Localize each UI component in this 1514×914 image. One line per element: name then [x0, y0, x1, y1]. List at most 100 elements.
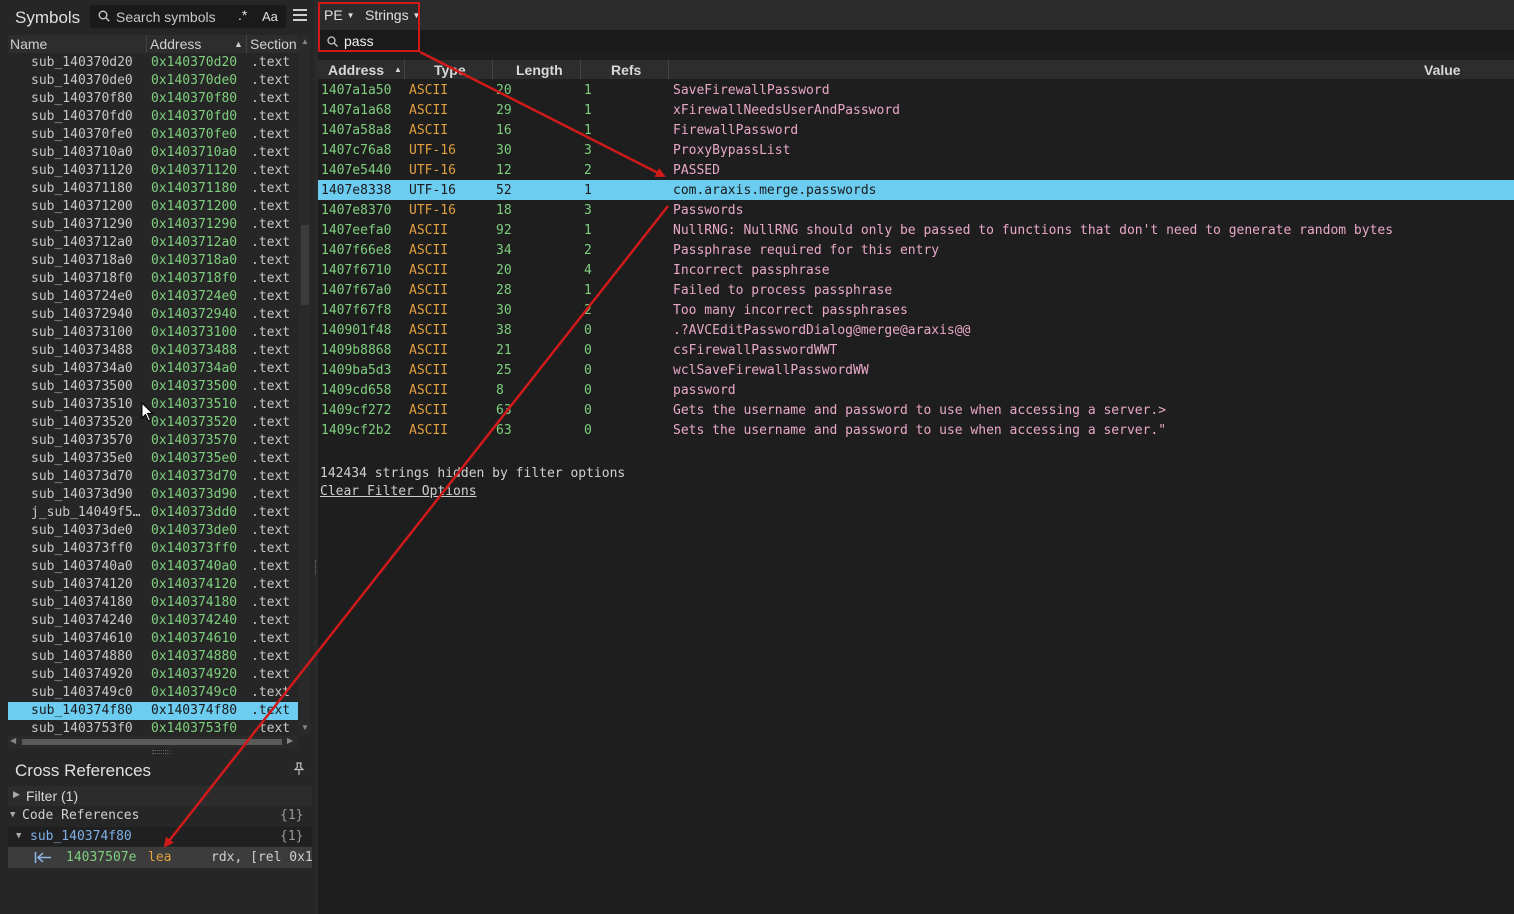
string-row[interactable]: 1407e8338 UTF-16 52 1 com.araxis.merge.passw… — [318, 180, 1514, 200]
scrollbar-thumb[interactable] — [301, 225, 309, 305]
column-address[interactable]: Address — [328, 62, 384, 78]
string-row[interactable]: 1407c76a8 UTF-16 30 3 ProxyBypassList — [318, 140, 1514, 160]
code-references-group[interactable]: ▼ Code References {1} — [8, 806, 312, 826]
symbol-row[interactable]: sub_140373ff0 0x140373ff0 .text — [8, 540, 298, 558]
pin-icon[interactable] — [292, 762, 306, 776]
string-row[interactable]: 1409ba5d3 ASCII 25 0 wclSaveFirewallPassword… — [318, 360, 1514, 380]
symbol-section: .text — [251, 649, 291, 664]
symbol-row[interactable]: sub_140370fd0 0x140370fd0 .text — [8, 108, 298, 126]
string-row[interactable]: 1407f66e8 ASCII 34 2 Passphrase required for… — [318, 240, 1514, 260]
symbol-row[interactable]: sub_140374f80 0x140374f80 .text — [8, 702, 298, 720]
string-row[interactable]: 140901f48 ASCII 38 0 .?AVCEditPasswordDialog… — [318, 320, 1514, 340]
symbol-row[interactable]: sub_1403718f0 0x1403718f0 .text — [8, 270, 298, 288]
scroll-left-icon[interactable]: ◀ — [10, 736, 16, 745]
symbol-row[interactable]: sub_1403753f0 0x1403753f0 .text — [8, 720, 298, 736]
xref-entry-row[interactable]: 14037507e lea rdx, [rel 0x1 — [8, 847, 312, 868]
xref-filter-row[interactable]: ▶ Filter (1) — [8, 786, 312, 806]
symbol-address: 0x1403724e0 — [151, 289, 238, 304]
case-sensitive-toggle-icon[interactable]: Aa — [262, 9, 278, 24]
symbol-address: 0x140374180 — [151, 595, 238, 610]
symbol-row[interactable]: sub_140371180 0x140371180 .text — [8, 180, 298, 198]
symbol-row[interactable]: sub_140373100 0x140373100 .text — [8, 324, 298, 342]
symbol-row[interactable]: sub_1403735e0 0x1403735e0 .text — [8, 450, 298, 468]
string-value: Too many incorrect passphrases — [673, 303, 908, 318]
symbol-row[interactable]: sub_1403740a0 0x1403740a0 .text — [8, 558, 298, 576]
symbol-row[interactable]: sub_140373488 0x140373488 .text — [8, 342, 298, 360]
symbol-section: .text — [251, 325, 291, 340]
symbol-row[interactable]: sub_140370f80 0x140370f80 .text — [8, 90, 298, 108]
code-references-label: Code References — [22, 808, 140, 823]
string-row[interactable]: 1409b8868 ASCII 21 0 csFirewallPasswordWWT — [318, 340, 1514, 360]
strings-table[interactable]: 1407a1a50 ASCII 20 1 SaveFirewallPassword 140… — [318, 80, 1514, 440]
string-row[interactable]: 1407a1a50 ASCII 20 1 SaveFirewallPassword — [318, 80, 1514, 100]
symbol-row[interactable]: sub_140371200 0x140371200 .text — [8, 198, 298, 216]
symbol-row[interactable]: sub_140371120 0x140371120 .text — [8, 162, 298, 180]
scrollbar-thumb[interactable] — [22, 739, 282, 745]
string-length: 12 — [496, 163, 512, 178]
symbol-row[interactable]: sub_140373d70 0x140373d70 .text — [8, 468, 298, 486]
symbol-row[interactable]: sub_1403712a0 0x1403712a0 .text — [8, 234, 298, 252]
column-section[interactable]: Section — [250, 36, 297, 52]
symbol-row[interactable]: sub_140373500 0x140373500 .text — [8, 378, 298, 396]
string-row[interactable]: 1407a1a68 ASCII 29 1 xFirewallNeedsUserAndPa… — [318, 100, 1514, 120]
string-row[interactable]: 1407a58a8 ASCII 16 1 FirewallPassword — [318, 120, 1514, 140]
symbol-row[interactable]: sub_140373d90 0x140373d90 .text — [8, 486, 298, 504]
symbol-row[interactable]: sub_140374880 0x140374880 .text — [8, 648, 298, 666]
symbol-row[interactable]: j_sub_14049f5… 0x140373dd0 .text — [8, 504, 298, 522]
column-refs[interactable]: Refs — [611, 62, 641, 78]
symbol-name: sub_140370d20 — [31, 55, 133, 70]
symbol-row[interactable]: sub_1403749c0 0x1403749c0 .text — [8, 684, 298, 702]
annotation-highlight-box — [318, 2, 420, 52]
symbol-row[interactable]: sub_140373570 0x140373570 .text — [8, 432, 298, 450]
scroll-right-icon[interactable]: ▶ — [287, 736, 293, 745]
symbol-address: 0x1403712a0 — [151, 235, 238, 250]
scroll-up-icon[interactable]: ▲ — [301, 37, 309, 46]
symbol-row[interactable]: sub_1403734a0 0x1403734a0 .text — [8, 360, 298, 378]
string-row[interactable]: 1407f67a0 ASCII 28 1 Failed to process passp… — [318, 280, 1514, 300]
symbols-list[interactable]: sub_140370d20 0x140370d20 .text sub_140370d… — [8, 54, 298, 736]
string-row[interactable]: 1407eefa0 ASCII 92 1 NullRNG: NullRNG should… — [318, 220, 1514, 240]
symbol-row[interactable]: sub_1403724e0 0x1403724e0 .text — [8, 288, 298, 306]
symbol-row[interactable]: sub_140373de0 0x140373de0 .text — [8, 522, 298, 540]
column-address[interactable]: Address — [150, 36, 201, 52]
string-row[interactable]: 1407f67f8 ASCII 30 2 Too many incorrect pass… — [318, 300, 1514, 320]
symbol-address: 0x140374610 — [151, 631, 238, 646]
clear-filter-options-link[interactable]: Clear Filter Options — [320, 484, 477, 499]
symbol-name: sub_140370f80 — [31, 91, 133, 106]
sort-ascending-icon: ▲ — [394, 65, 402, 74]
symbol-row[interactable]: sub_1403710a0 0x1403710a0 .text — [8, 144, 298, 162]
string-row[interactable]: 1409cd658 ASCII 8 0 password — [318, 380, 1514, 400]
regex-toggle-icon[interactable]: .* — [238, 7, 247, 23]
column-type[interactable]: Type — [434, 62, 466, 78]
symbol-row[interactable]: sub_140372940 0x140372940 .text — [8, 306, 298, 324]
scroll-down-icon[interactable]: ▼ — [301, 723, 309, 732]
symbol-row[interactable]: sub_140374920 0x140374920 .text — [8, 666, 298, 684]
symbol-name: sub_1403724e0 — [31, 289, 133, 304]
string-row[interactable]: 1409cf2b2 ASCII 63 0 Sets the username and p… — [318, 420, 1514, 440]
symbol-section: .text — [251, 217, 291, 232]
column-value[interactable]: Value — [1424, 62, 1461, 78]
symbol-row[interactable]: sub_140374240 0x140374240 .text — [8, 612, 298, 630]
string-row[interactable]: 1407e5440 UTF-16 12 2 PASSED — [318, 160, 1514, 180]
symbol-row[interactable]: sub_140370d20 0x140370d20 .text — [8, 54, 298, 72]
symbol-section: .text — [251, 199, 291, 214]
symbol-row[interactable]: sub_140371290 0x140371290 .text — [8, 216, 298, 234]
string-row[interactable]: 1407e8370 UTF-16 18 3 Passwords — [318, 200, 1514, 220]
symbol-row[interactable]: sub_140374180 0x140374180 .text — [8, 594, 298, 612]
symbol-row[interactable]: sub_1403718a0 0x1403718a0 .text — [8, 252, 298, 270]
column-length[interactable]: Length — [516, 62, 563, 78]
string-row[interactable]: 1407f6710 ASCII 20 4 Incorrect passphrase — [318, 260, 1514, 280]
symbol-row[interactable]: sub_140370de0 0x140370de0 .text — [8, 72, 298, 90]
column-name[interactable]: Name — [10, 36, 47, 52]
panel-resize-handle[interactable] — [152, 750, 170, 754]
symbol-row[interactable]: sub_140374120 0x140374120 .text — [8, 576, 298, 594]
symbols-vertical-scrollbar[interactable]: ▲ ▼ — [299, 35, 311, 735]
string-row[interactable]: 1409cf272 ASCII 63 0 Gets the username and p… — [318, 400, 1514, 420]
xref-function-node[interactable]: ▼ sub_140374f80 {1} — [8, 827, 312, 846]
hamburger-menu-icon[interactable] — [293, 9, 307, 21]
string-value: NullRNG: NullRNG should only be passed t… — [673, 223, 1394, 238]
symbols-search-box[interactable]: Search symbols .* Aa — [90, 5, 286, 28]
symbol-row[interactable]: sub_140374610 0x140374610 .text — [8, 630, 298, 648]
symbols-horizontal-scrollbar[interactable]: ◀ ▶ — [8, 736, 298, 748]
symbol-row[interactable]: sub_140370fe0 0x140370fe0 .text — [8, 126, 298, 144]
